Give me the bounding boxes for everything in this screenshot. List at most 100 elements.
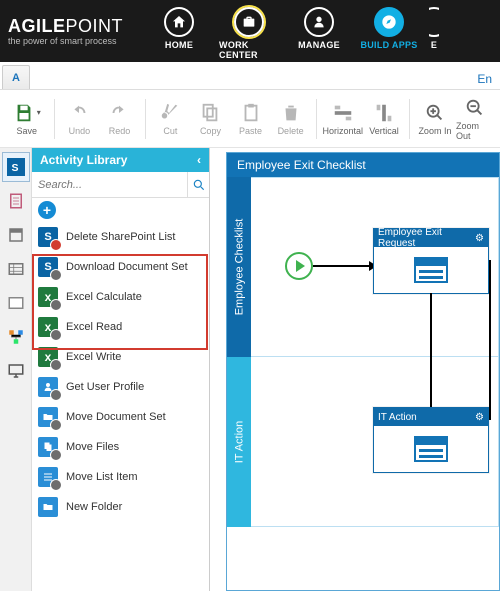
activity-excel-calculate[interactable]: Excel Calculate	[32, 282, 209, 312]
brand-tagline: the power of smart process	[8, 36, 123, 46]
activity-label: Delete SharePoint List	[66, 231, 175, 243]
activity-search-button[interactable]	[187, 172, 209, 197]
undo-label: Undo	[69, 126, 91, 136]
align-horizontal-button[interactable]: Horizontal	[322, 102, 363, 136]
left-rail: S	[0, 148, 32, 591]
paste-label: Paste	[239, 126, 262, 136]
redo-icon	[108, 102, 130, 124]
nav-overflow[interactable]: E	[429, 7, 439, 50]
undo-icon	[68, 102, 90, 124]
zoom-in-button[interactable]: Zoom In	[416, 102, 454, 136]
activity-move-list-item[interactable]: Move List Item	[32, 462, 209, 492]
activity-label: Excel Calculate	[66, 291, 142, 303]
node-title: Employee Exit Request	[378, 227, 475, 249]
copy-label: Copy	[200, 126, 221, 136]
excel-icon	[38, 347, 58, 367]
nav-build-apps[interactable]: BUILD APPS	[359, 7, 419, 50]
add-activity-button[interactable]: +	[38, 201, 56, 219]
rail-monitor[interactable]	[2, 356, 30, 386]
save-label: Save	[17, 126, 38, 136]
lane-employee-checklist[interactable]: Employee Checklist Employee Exit Request…	[227, 177, 499, 357]
search-icon	[192, 178, 206, 192]
top-navbar: AGILEPOINT the power of smart process HO…	[0, 0, 500, 62]
activity-get-user-profile[interactable]: Get User Profile	[32, 372, 209, 402]
redo-button[interactable]: Redo	[100, 102, 138, 136]
gear-icon[interactable]: ⚙	[475, 412, 484, 423]
process-canvas[interactable]: Employee Exit Checklist Employee Checkli…	[210, 148, 500, 591]
docstrip-right-text[interactable]: En	[477, 72, 500, 89]
redo-label: Redo	[109, 126, 131, 136]
nav-home-label: HOME	[165, 40, 193, 50]
activity-label: Download Document Set	[66, 261, 188, 273]
activity-delete-sp-list[interactable]: Delete SharePoint List	[32, 222, 209, 252]
node-title: IT Action	[378, 412, 417, 423]
delete-label: Delete	[278, 126, 304, 136]
activity-move-doc-set[interactable]: Move Document Set	[32, 402, 209, 432]
copy-button[interactable]: Copy	[191, 102, 229, 136]
folder-icon	[38, 407, 58, 427]
document-strip: A En	[0, 62, 500, 90]
lane-inner[interactable]: Employee Exit Request⚙	[251, 177, 499, 357]
pool-title[interactable]: Employee Exit Checklist	[227, 153, 499, 177]
nav-manage-label: MANAGE	[298, 40, 340, 50]
cut-icon	[159, 102, 181, 124]
align-v-label: Vertical	[369, 126, 399, 136]
save-button[interactable]: ▾ Save	[6, 102, 48, 136]
rail-sharepoint[interactable]: S	[2, 152, 30, 182]
activity-library-header[interactable]: Activity Library ‹	[32, 148, 209, 172]
brand-word-1: AGILE	[8, 16, 66, 36]
align-h-label: Horizontal	[322, 126, 363, 136]
connector[interactable]	[313, 265, 371, 267]
activity-library-title: Activity Library	[40, 153, 127, 167]
lane-label[interactable]: IT Action	[227, 357, 251, 527]
document-tab[interactable]: A	[2, 65, 30, 89]
lane-label-text: Employee Checklist	[233, 219, 245, 316]
nav-home[interactable]: HOME	[149, 7, 209, 50]
rail-form[interactable]	[2, 220, 30, 250]
undo-button[interactable]: Undo	[60, 102, 98, 136]
form-icon	[414, 436, 448, 462]
svg-text:S: S	[11, 162, 18, 174]
activity-new-folder[interactable]: New Folder	[32, 492, 209, 522]
lane-inner[interactable]: IT Action ⚙	[251, 357, 499, 527]
cut-label: Cut	[163, 126, 177, 136]
rail-document[interactable]	[2, 186, 30, 216]
activity-search-input[interactable]	[32, 172, 187, 197]
delete-button[interactable]: Delete	[272, 102, 310, 136]
editor-body: S Activity Library ‹ + Delete SharePoint…	[0, 148, 500, 591]
activity-label: Get User Profile	[66, 381, 144, 393]
start-event[interactable]	[285, 252, 313, 280]
rail-shape[interactable]	[2, 288, 30, 318]
lane-label[interactable]: Employee Checklist	[227, 177, 251, 357]
activity-excel-read[interactable]: Excel Read	[32, 312, 209, 342]
align-h-icon	[332, 102, 354, 124]
node-it-action[interactable]: IT Action ⚙	[373, 407, 489, 473]
compass-icon	[374, 7, 404, 37]
paste-button[interactable]: Paste	[231, 102, 269, 136]
overflow-icon	[429, 7, 439, 37]
copy-icon	[199, 102, 221, 124]
user-icon	[38, 377, 58, 397]
zoom-out-button[interactable]: Zoom Out	[456, 97, 494, 141]
activity-excel-write[interactable]: Excel Write	[32, 342, 209, 372]
nav-work-center-label: WORK CENTER	[219, 40, 279, 60]
nav-work-center[interactable]: WORK CENTER	[219, 7, 279, 60]
lane-it-action[interactable]: IT Action IT Action ⚙	[227, 357, 499, 527]
zoom-in-icon	[424, 102, 446, 124]
activity-label: Excel Read	[66, 321, 122, 333]
swimlane-pool[interactable]: Employee Exit Checklist Employee Checkli…	[226, 152, 500, 591]
align-vertical-button[interactable]: Vertical	[365, 102, 403, 136]
node-employee-exit-request[interactable]: Employee Exit Request⚙	[373, 228, 489, 294]
rail-flow[interactable]	[2, 322, 30, 352]
gear-icon[interactable]: ⚙	[475, 233, 484, 244]
nav-manage[interactable]: MANAGE	[289, 7, 349, 50]
zoom-in-label: Zoom In	[418, 126, 451, 136]
cut-button[interactable]: Cut	[151, 102, 189, 136]
collapse-icon[interactable]: ‹	[197, 153, 201, 167]
home-icon	[164, 7, 194, 37]
activity-move-files[interactable]: Move Files	[32, 432, 209, 462]
rail-table[interactable]	[2, 254, 30, 284]
people-icon	[304, 7, 334, 37]
activity-label: Move List Item	[66, 471, 138, 483]
activity-download-doc-set[interactable]: Download Document Set	[32, 252, 209, 282]
